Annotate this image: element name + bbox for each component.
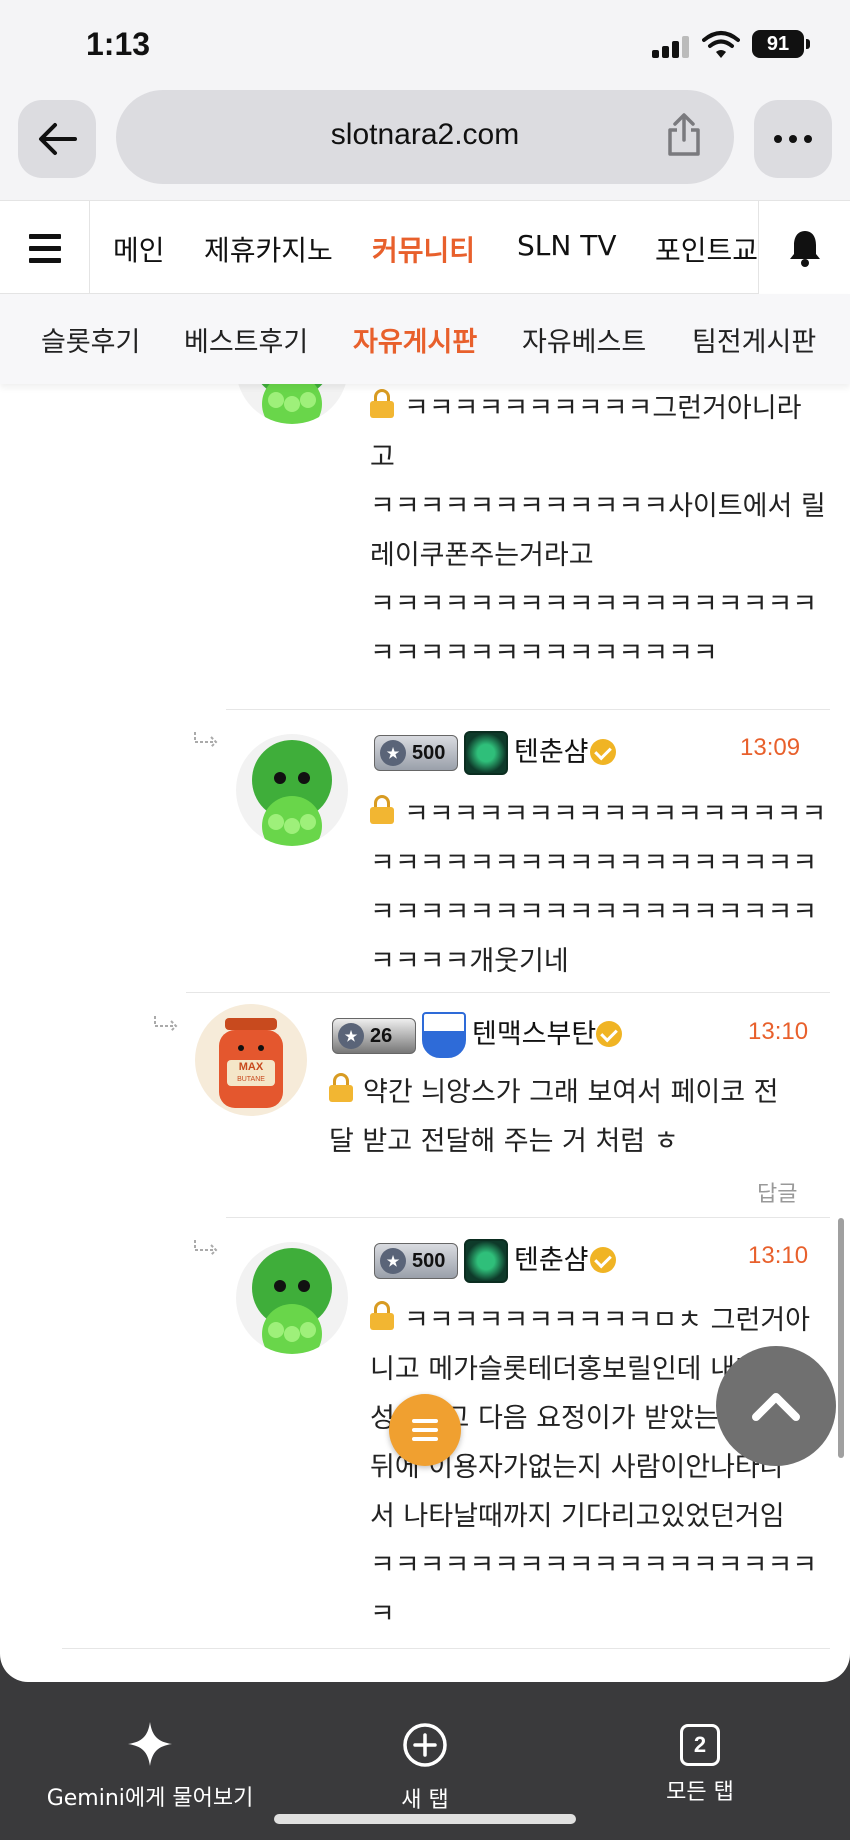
reply-arrow-icon <box>194 1240 218 1256</box>
scrollbar[interactable] <box>838 1218 844 1458</box>
comment-line: ㅋㅋㅋㅋㅋㅋㅋㅋㅋㅋㅋㅋㅋㅋㅋㅋㅋ <box>370 790 826 839</box>
lock-icon <box>370 795 394 825</box>
browser-toolbar: slotnara2.com <box>0 90 850 200</box>
divider <box>62 1648 830 1649</box>
team-icon <box>464 731 508 775</box>
comment-line: ㅋㅋㅋㅋㅋㅋㅋㅋㅋㅋㅋㅋㅋㅋㅋㅋㅋㅋ <box>370 897 818 928</box>
avatar <box>236 384 348 424</box>
comment-line: 서 나타날때까지 기다리고있었던거임 <box>370 1501 785 1532</box>
lock-icon <box>370 1301 394 1331</box>
bell-icon <box>789 231 820 267</box>
subnav-free-board[interactable]: 자유게시판 <box>353 320 477 359</box>
subnav-slot-reviews[interactable]: 슬롯후기 <box>41 320 140 359</box>
comment-line: ㅋㅋㅋㅋ개웃기네 <box>370 946 569 977</box>
level-badge: ★ 500 <box>374 735 458 771</box>
lock-icon <box>329 1073 353 1103</box>
status-bar: 1:13 91 <box>0 0 850 90</box>
share-icon[interactable] <box>664 112 704 158</box>
svg-text:MAX: MAX <box>239 1061 264 1073</box>
home-indicator <box>274 1814 576 1824</box>
comment-line: ㅋㅋㅋㅋㅋㅋㅋㅋㅋㅋㅁㅊ 그런거아 <box>370 1296 817 1345</box>
avatar: MAX BUTANE <box>195 1004 307 1116</box>
nav-item-main[interactable]: 메인 <box>113 229 165 269</box>
battery-icon: 91 <box>752 30 810 58</box>
nav-item-point-exchange[interactable]: 포인트교환 <box>655 229 758 269</box>
comment-line: ㅋㅋㅋㅋㅋㅋㅋㅋㅋㅋㅋㅋ사이트에서 릴 <box>370 491 826 522</box>
comment-line: 달 받고 전달해 주는 거 처럼 ㅎ <box>329 1126 679 1157</box>
address-bar[interactable]: slotnara2.com <box>116 90 734 184</box>
comment-line: 약간 늬앙스가 그래 보여서 페이코 전 <box>329 1068 779 1117</box>
plus-circle-icon <box>403 1723 447 1767</box>
url-text: slotnara2.com <box>330 118 520 151</box>
nav-item-community[interactable]: 커뮤니티 <box>372 229 475 269</box>
verified-badge-icon <box>590 739 616 765</box>
tabs-icon: 2 <box>680 1724 720 1766</box>
subnav-team-board[interactable]: 팀전게시판 <box>692 320 816 359</box>
comment-line: 레이쿠폰주는거라고 <box>370 540 594 571</box>
lock-icon <box>370 389 394 419</box>
notifications-button[interactable] <box>758 201 850 295</box>
clock: 1:13 <box>86 26 151 62</box>
comment-line: ㅋㅋㅋㅋㅋㅋㅋㅋㅋㅋㅋㅋㅋㅋㅋㅋㅋㅋ <box>370 1550 818 1581</box>
floating-menu-button[interactable] <box>389 1394 461 1466</box>
reply-arrow-icon <box>194 732 218 748</box>
all-tabs-button[interactable]: 2 모든 탭 <box>640 1722 760 1806</box>
comment-time: 13:10 <box>748 1018 809 1045</box>
username[interactable]: 텐춘샴 <box>514 1238 589 1277</box>
ask-gemini-button[interactable]: Gemini에게 물어보기 <box>40 1722 260 1812</box>
more-options-button[interactable] <box>754 100 832 178</box>
level-badge: ★ 500 <box>374 1243 458 1279</box>
comment-list: ㅋㅋㅋㅋㅋㅋㅋㅋㅋㅋ그런거아니라 고 ㅋㅋㅋㅋㅋㅋㅋㅋㅋㅋㅋㅋ사이트에서 릴 레… <box>0 384 850 1682</box>
avatar <box>236 734 348 846</box>
verified-badge-icon <box>590 1247 616 1273</box>
nav-item-sln-tv[interactable]: SLN TV <box>517 229 616 262</box>
chevron-up-icon <box>752 1393 800 1421</box>
subnav-best-reviews[interactable]: 베스트후기 <box>184 320 308 359</box>
username[interactable]: 텐춘샴 <box>514 730 589 769</box>
divider <box>186 992 830 993</box>
new-tab-button[interactable]: 새 탭 <box>365 1722 485 1814</box>
arrow-left-icon <box>39 123 77 155</box>
comment-time: 13:09 <box>740 734 801 761</box>
nav-item-partner-casino[interactable]: 제휴카지노 <box>204 229 333 269</box>
comment-line: ㅋ <box>370 1599 395 1630</box>
reply-link[interactable]: 답글 <box>757 1176 797 1208</box>
username[interactable]: 텐맥스부탄 <box>472 1012 596 1051</box>
comment-line: ㅋㅋㅋㅋㅋㅋㅋㅋㅋㅋㅋㅋㅋㅋㅋㅋㅋㅋ <box>370 589 818 620</box>
menu-icon[interactable] <box>0 201 90 295</box>
sparkle-icon <box>128 1722 172 1766</box>
comment-line: ㅋㅋㅋㅋㅋㅋㅋㅋㅋㅋ그런거아니라 <box>370 384 826 433</box>
reply-arrow-icon <box>154 1016 178 1032</box>
main-nav: 메인 제휴카지노 커뮤니티 SLN TV 포인트교환 <box>0 200 850 295</box>
cellular-signal-icon <box>652 36 692 58</box>
sub-nav: 슬롯후기 베스트후기 자유게시판 자유베스트 팀전게시판 <box>0 294 850 384</box>
main-nav-items: 메인 제휴카지노 커뮤니티 SLN TV 포인트교환 <box>90 201 758 295</box>
team-icon <box>464 1239 508 1283</box>
scroll-to-top-button[interactable] <box>716 1346 836 1466</box>
svg-text:BUTANE: BUTANE <box>237 1076 265 1083</box>
avatar <box>236 1242 348 1354</box>
back-button[interactable] <box>18 100 96 178</box>
subnav-free-best[interactable]: 자유베스트 <box>522 320 646 359</box>
team-icon <box>422 1012 466 1058</box>
comment-line: ㅋㅋㅋㅋㅋㅋㅋㅋㅋㅋㅋㅋㅋㅋ <box>370 638 718 669</box>
divider <box>226 709 830 710</box>
comment-line: 고 <box>370 442 395 473</box>
divider <box>226 1217 830 1218</box>
verified-badge-icon <box>596 1021 622 1047</box>
wifi-icon <box>702 31 740 58</box>
comment-line: ㅋㅋㅋㅋㅋㅋㅋㅋㅋㅋㅋㅋㅋㅋㅋㅋㅋㅋ <box>370 848 818 879</box>
comment-time: 13:10 <box>748 1242 809 1269</box>
level-badge: ★ 26 <box>332 1018 416 1054</box>
